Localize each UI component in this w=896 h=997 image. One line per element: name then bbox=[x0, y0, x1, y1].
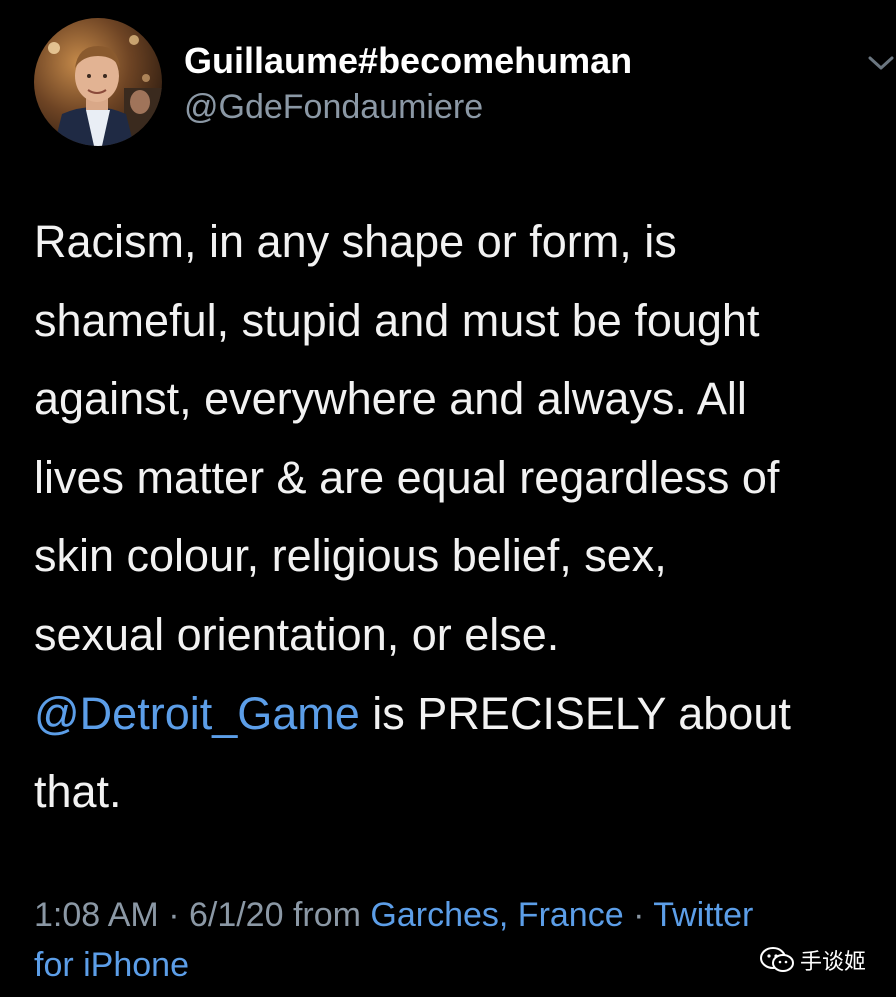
meta-line: for iPhone bbox=[34, 940, 884, 990]
watermark: 手谈姬 bbox=[760, 940, 866, 980]
meta-separator: · bbox=[623, 896, 654, 934]
tweet-text-line: against, everywhere and always. All bbox=[34, 373, 747, 425]
tweet-meta: 1:08 AM · 6/1/20 from Garches, France · … bbox=[34, 890, 884, 990]
watermark-text: 手谈姬 bbox=[800, 950, 867, 975]
timestamp-time[interactable]: 1:08 AM bbox=[34, 896, 159, 934]
tweet-text-line: shameful, stupid and must be fought bbox=[34, 294, 760, 346]
tweet-text: Racism, in any shape or form, is shamefu… bbox=[34, 203, 892, 832]
meta-line: 1:08 AM · 6/1/20 from Garches, France · … bbox=[34, 890, 884, 940]
location-link[interactable]: Garches, France bbox=[370, 896, 623, 934]
tweet-text-line: @Detroit_Game is PRECISELY about bbox=[34, 675, 892, 754]
avatar[interactable] bbox=[34, 18, 162, 146]
tweet-card: Guillaume#becomehuman @GdeFondaumiere Ra… bbox=[0, 0, 896, 997]
chevron-down-icon[interactable] bbox=[866, 48, 896, 78]
tweet-text-line: that. bbox=[34, 766, 122, 818]
avatar-photo bbox=[34, 18, 162, 146]
wechat-icon bbox=[760, 947, 794, 972]
source-link-continued[interactable]: for iPhone bbox=[34, 946, 189, 984]
source-link[interactable]: Twitter bbox=[653, 896, 753, 934]
tweet-text-line: Racism, in any shape or form, is bbox=[34, 216, 677, 267]
tweet-text-line: skin colour, religious belief, sex, bbox=[34, 530, 667, 582]
meta-separator: · bbox=[158, 896, 189, 934]
tweet-text-fragment: is PRECISELY about bbox=[359, 687, 791, 739]
from-label: from bbox=[283, 896, 371, 934]
tweet-text-line: sexual orientation, or else. bbox=[34, 608, 560, 660]
timestamp-date[interactable]: 6/1/20 bbox=[189, 896, 284, 934]
tweet-text-line: lives matter & are equal regardless of bbox=[34, 451, 780, 503]
user-handle[interactable]: @GdeFondaumiere bbox=[184, 88, 483, 127]
display-name[interactable]: Guillaume#becomehuman bbox=[184, 40, 632, 82]
mention-link[interactable]: @Detroit_Game bbox=[34, 688, 360, 739]
